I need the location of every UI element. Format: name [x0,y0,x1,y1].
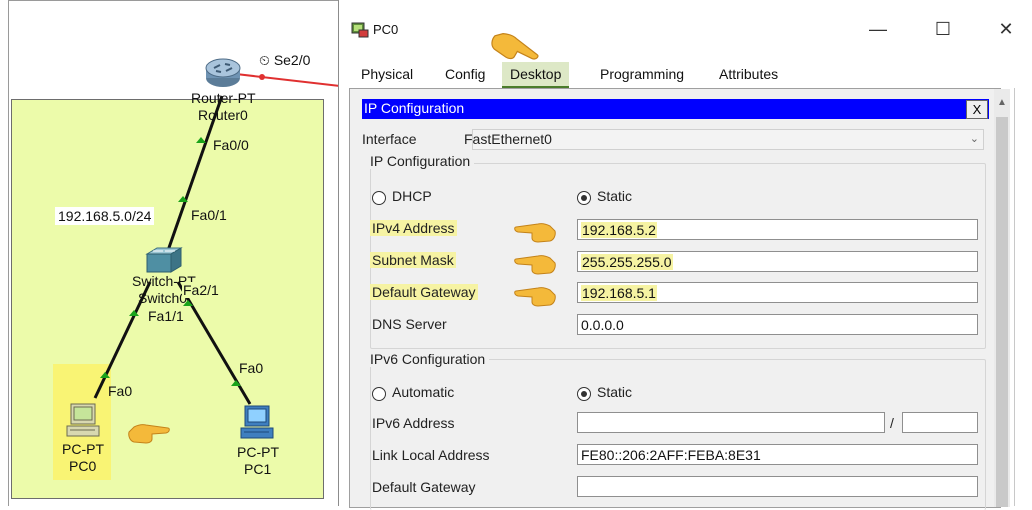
pc0-port-label: Fa0 [108,383,132,399]
ipv6-gateway-input[interactable] [577,476,978,497]
ipv6-section-title: IPv6 Configuration [370,351,490,367]
ip-config-close-button[interactable]: X [966,100,988,119]
router-name-label: Router0 [198,107,248,123]
default-gateway-input[interactable]: 192.168.5.1 [577,282,978,303]
dns-server-label: DNS Server [372,316,447,332]
link-local-address-input[interactable]: FE80::206:2AFF:FEBA:8E31 [577,444,978,465]
pc-app-icon [351,22,369,38]
ipv4-address-input[interactable]: 192.168.5.2 [577,219,978,240]
serial-port-text: Se2/0 [273,52,311,68]
subnet-mask-input[interactable]: 255.255.255.0 [577,251,978,272]
switch-name-label: Switch0 [138,290,188,306]
dhcp-radio[interactable] [372,191,386,205]
pointing-hand-icon [514,255,556,275]
pc1-port-label: Fa0 [238,360,265,376]
switch-uplink-port-text: Fa0/1 [190,207,228,223]
tab-bar: Physical Config Desktop Programming Attr… [339,62,1032,88]
ipv4-address-label-text: IPv4 Address [370,220,457,236]
pc0-type-label: PC-PT [62,441,104,457]
subnet-mask-label-text: Subnet Mask [370,252,456,268]
pc1-computer-icon[interactable] [239,404,277,442]
ipv4-address-value: 192.168.5.2 [581,222,657,238]
ipv6-address-label: IPv6 Address [372,415,455,431]
ipv6-prefix-input[interactable] [902,412,978,433]
static-label: Static [597,188,633,204]
tab-attributes[interactable]: Attributes [711,62,786,86]
link-local-address-label: Link Local Address [372,447,490,463]
clock-icon: ⏲ [259,52,270,68]
switch-port-b-text: Fa2/1 [182,282,220,298]
pc1-type-label: PC-PT [237,444,279,460]
window-title: PC0 [373,22,399,37]
window-titlebar[interactable]: PC0 — ☐ ✕ [339,0,1032,56]
dns-server-input[interactable]: 0.0.0.0 [577,314,978,335]
chevron-down-icon: ⌄ [969,133,979,145]
vertical-scrollbar[interactable]: ▲ [994,89,1010,507]
ipv6-static-label: Static [597,384,633,400]
ipv6-address-input[interactable] [577,412,885,433]
pc0-name-label: PC0 [69,458,97,474]
default-gateway-label: Default Gateway [370,284,478,300]
dns-server-value: 0.0.0.0 [581,317,624,333]
desktop-panel: IP Configuration X Interface FastEtherne… [349,88,1010,510]
close-button[interactable]: ✕ [991,14,1021,44]
ip-config-title: IP Configuration [364,100,465,116]
ip-config-header: IP Configuration X [362,99,989,119]
automatic-radio[interactable] [372,387,386,401]
pc0-computer-icon[interactable] [65,402,103,440]
subnet-mask-value: 255.255.255.0 [581,254,673,270]
window-right-edge [1014,88,1032,506]
default-gateway-label-text: Default Gateway [370,284,478,300]
switch-port-b-label: Fa2/1 [182,282,220,298]
switch-port-a-text: Fa1/1 [147,308,185,324]
default-gateway-value: 192.168.5.1 [581,285,657,301]
router-icon[interactable] [204,56,242,90]
switch-icon[interactable] [143,246,183,276]
ipv4-section-title: IP Configuration [370,153,475,169]
pointing-hand-icon [128,424,170,444]
switch-uplink-port-label: Fa0/1 [190,207,228,223]
dhcp-label: DHCP [392,188,432,204]
automatic-label: Automatic [392,384,455,400]
serial-port-label: ⏲ Se2/0 [259,52,310,69]
ipv6-static-radio[interactable] [577,387,591,401]
router-fa-port-label: Fa0/0 [212,137,250,153]
prefix-separator: / [890,415,894,431]
pointing-hand-icon [514,223,556,243]
pc0-port-text: Fa0 [108,383,133,399]
interface-value: FastEthernet0 [464,131,552,147]
topology-workspace[interactable]: ⏲ Se2/0 Router-PT Router0 Fa0/0 192.168.… [0,0,340,506]
interface-select[interactable]: FastEthernet0 ⌄ [464,129,984,150]
interface-label: Interface [362,131,417,147]
tab-programming[interactable]: Programming [592,62,692,86]
pointing-hand-icon [514,287,556,307]
ipv6-gateway-label: Default Gateway [372,479,476,495]
pc0-window[interactable]: PC0 — ☐ ✕ Physical Config Desktop Progra… [338,0,1032,510]
tab-desktop[interactable]: Desktop [502,62,570,88]
pc1-name-label: PC1 [244,461,272,477]
network-address-label: 192.168.5.0/24 [55,207,155,225]
subnet-mask-label: Subnet Mask [370,252,456,268]
router-fa-port-text: Fa0/0 [212,137,250,153]
pc1-port-text: Fa0 [238,360,265,376]
static-radio[interactable] [577,191,591,205]
maximize-button[interactable]: ☐ [928,14,958,44]
router-type-label: Router-PT [191,90,256,106]
pointing-hand-icon [491,33,539,60]
ipv4-address-label: IPv4 Address [370,220,457,236]
link-local-address-value: FE80::206:2AFF:FEBA:8E31 [581,447,761,463]
serial-link-end [259,74,265,80]
minimize-button[interactable]: — [863,14,893,44]
switch-port-a-label: Fa1/1 [147,308,185,324]
tab-physical[interactable]: Physical [353,62,421,86]
scroll-up-icon[interactable]: ▲ [997,97,1007,108]
scrollbar-thumb[interactable] [996,117,1008,507]
link-indicator-router [196,137,206,143]
serial-link [235,73,340,87]
link-indicator-pc1 [231,380,241,386]
tab-config[interactable]: Config [437,62,493,86]
